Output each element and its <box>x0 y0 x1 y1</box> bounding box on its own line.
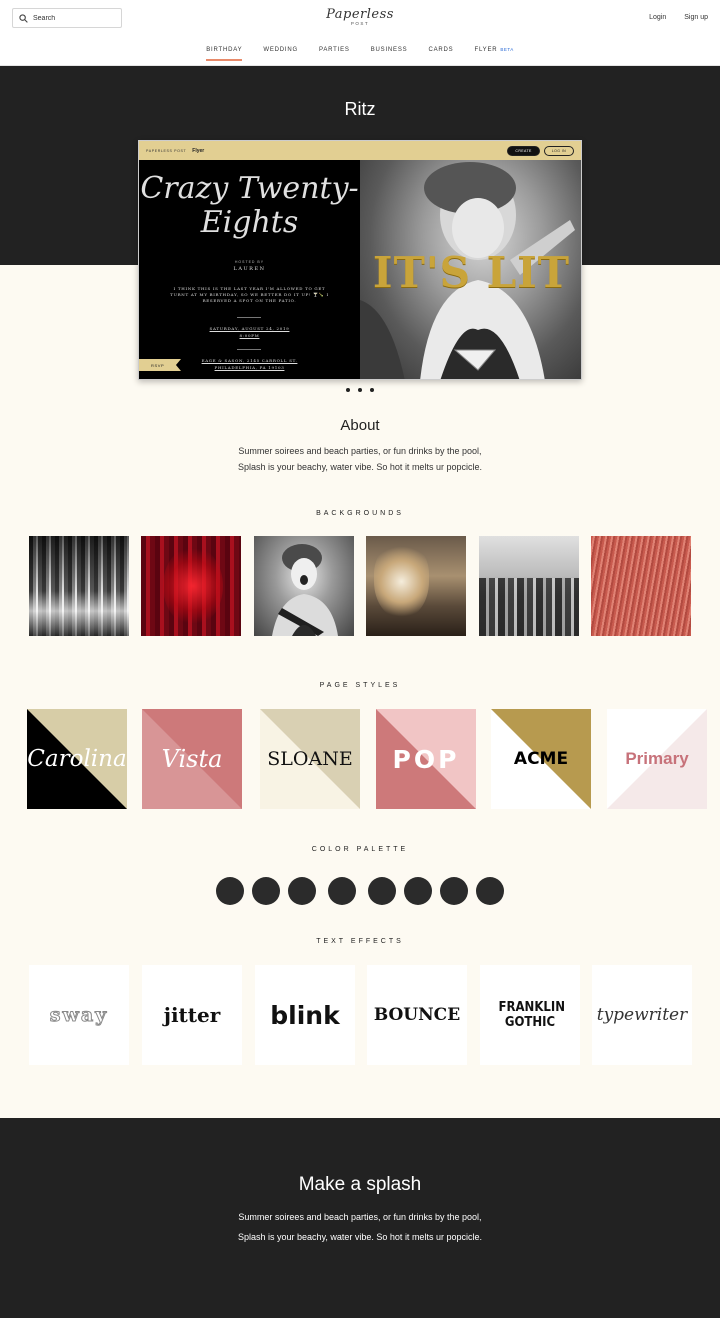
background-thumb-portrait[interactable] <box>254 536 354 636</box>
page-title: Ritz <box>344 99 376 119</box>
preview-login-button[interactable]: LOG IN <box>543 145 574 156</box>
color-swatch[interactable] <box>476 877 504 905</box>
signup-link[interactable]: Sign up <box>684 14 708 21</box>
page-style-acme[interactable]: ACME <box>491 709 591 809</box>
page-style-label: Carolina <box>27 746 127 772</box>
text-effect-typewriter[interactable]: typewriter <box>592 965 692 1065</box>
carousel-dot[interactable] <box>346 388 350 392</box>
tab-birthday[interactable]: BIRTHDAY <box>206 47 243 61</box>
color-swatch[interactable] <box>368 877 396 905</box>
text-effect-label: sway <box>49 1004 109 1027</box>
page-style-label: Primary <box>625 749 689 768</box>
text-effect-label: typewriter <box>596 1005 688 1025</box>
page-style-label: ACME <box>513 749 569 769</box>
tab-flyer[interactable]: FLYER BETA <box>474 47 513 61</box>
text-effect-label: BOUNCE <box>373 1005 461 1025</box>
site-header: Paperless POST Login Sign up BIRTHDAY WE… <box>0 0 720 66</box>
text-effect-label: blink <box>270 1000 340 1030</box>
carousel-dots[interactable] <box>0 388 720 392</box>
color-swatch[interactable] <box>404 877 432 905</box>
text-effect-label: jitter <box>163 1003 221 1027</box>
background-thumb-fringe[interactable] <box>591 536 691 636</box>
background-thumb-red-curtain[interactable] <box>141 536 241 636</box>
preview-headline: Crazy Twenty-Eights <box>140 171 359 240</box>
tab-cards[interactable]: CARDS <box>428 47 453 61</box>
preview-message: I THINK THIS IS THE LAST YEAR I'M ALLOWE… <box>170 286 329 303</box>
thumb-spotlight <box>163 546 223 626</box>
page-style-label: POP <box>392 744 460 774</box>
flyer-preview[interactable]: PAPERLESS POST Flyer CREATE LOG IN Crazy… <box>138 140 582 380</box>
footer-title: Make a splash <box>298 1174 422 1195</box>
text-effect-label: FRANKLIN GOTHIC <box>498 1000 566 1030</box>
background-thumb-party[interactable] <box>29 536 129 636</box>
preview-host: LAUREN <box>233 266 266 272</box>
preview-photo-text: IT'S LIT <box>372 248 571 297</box>
preview-product: Flyer <box>192 147 205 154</box>
page-style-pop[interactable]: POP <box>376 709 476 809</box>
about-description: Summer soirees and beach parties, or fun… <box>0 443 720 475</box>
text-effect-jitter[interactable]: jitter <box>142 965 242 1065</box>
page-styles-heading: PAGE STYLES <box>319 682 401 689</box>
footer-band: Make a splash Summer soirees and beach p… <box>0 1118 720 1318</box>
auth-links: Login Sign up <box>649 14 708 21</box>
color-swatch[interactable] <box>252 877 280 905</box>
thumb-chandelier <box>374 544 429 619</box>
login-link[interactable]: Login <box>649 14 666 21</box>
text-effect-sway[interactable]: sway <box>29 965 129 1065</box>
footer-description: Summer soirees and beach parties, or fun… <box>0 1207 720 1247</box>
about-line-1: Summer soirees and beach parties, or fun… <box>238 446 482 456</box>
preview-invite-panel: Crazy Twenty-Eights HOSTED BY LAUREN I T… <box>139 160 360 379</box>
color-swatch[interactable] <box>216 877 244 905</box>
carousel-dot[interactable] <box>370 388 374 392</box>
page-style-primary[interactable]: Primary <box>607 709 707 809</box>
logo-wordmark: Paperless <box>326 7 394 22</box>
text-effects-heading: TEXT EFFECTS <box>316 938 404 945</box>
color-swatch[interactable] <box>288 877 316 905</box>
beta-badge: BETA <box>500 47 514 52</box>
preview-date: SATURDAY, AUGUST 24, 2019 <box>209 326 290 331</box>
page-style-label: Vista <box>161 745 223 773</box>
preview-date-block: SATURDAY, AUGUST 24, 2019 8:00PM <box>139 325 360 339</box>
text-effect-bounce[interactable]: BOUNCE <box>367 965 467 1065</box>
about-line-2: Splash is your beachy, water vibe. So ho… <box>238 462 482 472</box>
tab-business[interactable]: BUSINESS <box>371 47 408 61</box>
carousel-dot[interactable] <box>358 388 362 392</box>
divider <box>237 349 261 350</box>
text-effect-blink[interactable]: blink <box>255 965 355 1065</box>
footer-line-1: Summer soirees and beach parties, or fun… <box>238 1212 482 1222</box>
color-swatch[interactable] <box>328 877 356 905</box>
preview-rsvp-button[interactable]: RSVP <box>139 359 181 371</box>
preview-time: 8:00PM <box>239 333 260 338</box>
about-title: About <box>340 417 380 434</box>
tab-wedding[interactable]: WEDDING <box>263 47 298 61</box>
preview-actions: CREATE LOG IN <box>507 145 574 156</box>
preview-photo-panel: IT'S LIT <box>360 160 581 379</box>
page-style-label: SLOANE <box>267 748 353 770</box>
color-swatch[interactable] <box>440 877 468 905</box>
thumb-crowd <box>479 578 579 636</box>
portrait-image <box>272 544 338 636</box>
background-thumb-dancers[interactable] <box>479 536 579 636</box>
backgrounds-heading: BACKGROUNDS <box>316 510 404 517</box>
thumb-shading <box>29 536 129 636</box>
preview-topbar: PAPERLESS POST Flyer CREATE LOG IN <box>139 141 581 160</box>
category-nav: BIRTHDAY WEDDING PARTIES BUSINESS CARDS … <box>0 47 720 61</box>
text-effect-franklin-gothic[interactable]: FRANKLIN GOTHIC <box>480 965 580 1065</box>
page-style-sloane[interactable]: SLOANE <box>260 709 360 809</box>
brand-logo[interactable]: Paperless POST <box>0 7 720 26</box>
logo-subtitle: POST <box>350 21 370 26</box>
footer-line-2: Splash is your beachy, water vibe. So ho… <box>238 1232 482 1242</box>
background-thumb-chandelier[interactable] <box>366 536 466 636</box>
color-palette <box>216 877 506 905</box>
page-style-vista[interactable]: Vista <box>142 709 242 809</box>
color-palette-heading: COLOR PALETTE <box>311 846 409 853</box>
preview-brand: PAPERLESS POST <box>146 148 187 153</box>
divider <box>237 317 261 318</box>
page-style-carolina[interactable]: Carolina <box>27 709 127 809</box>
preview-create-button[interactable]: CREATE <box>507 145 540 156</box>
tab-parties[interactable]: PARTIES <box>319 47 350 61</box>
tab-flyer-label: FLYER <box>474 47 498 53</box>
preview-hosted-by: HOSTED BY <box>234 260 265 264</box>
